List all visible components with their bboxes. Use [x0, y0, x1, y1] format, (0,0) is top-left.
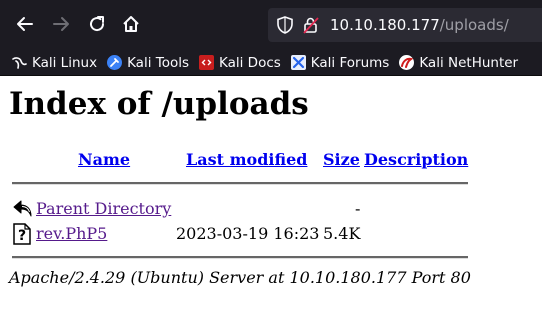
file-link[interactable]: rev.PhP5: [36, 224, 107, 243]
url-bar[interactable]: 10.10.180.177/uploads/: [268, 8, 542, 42]
bookmark-kali-tools[interactable]: Kali Tools: [107, 55, 189, 71]
bookmark-label: Kali Tools: [127, 54, 189, 71]
back-button[interactable]: [11, 10, 39, 38]
page-title: Index of /uploads: [9, 86, 309, 122]
kali-tools-icon: [107, 55, 123, 70]
kali-forums-icon: [290, 55, 306, 70]
svg-text:?: ?: [18, 228, 26, 244]
bookmarks-toolbar: Kali Linux Kali Tools Kali Docs Kali For…: [0, 50, 542, 76]
bookmark-kali-forums[interactable]: Kali Forums: [290, 54, 390, 71]
bookmark-label: Kali Forums: [310, 54, 390, 71]
header-divider: [12, 182, 468, 185]
column-header-size[interactable]: Size: [323, 150, 360, 169]
url-host: 10.10.180.177: [330, 16, 440, 34]
unknown-file-icon: ?: [12, 223, 32, 245]
home-button[interactable]: [117, 10, 145, 38]
column-header-description[interactable]: Description: [364, 150, 468, 169]
url-path: /uploads/: [439, 16, 509, 34]
bookmark-label: Kali NetHunter: [419, 54, 519, 71]
kali-nethunter-icon: [399, 55, 415, 70]
row-last-modified: 2023-03-19 16:23: [176, 224, 320, 243]
row-size: 5.4K: [323, 224, 361, 243]
bookmark-kali-linux[interactable]: Kali Linux: [12, 55, 97, 71]
column-header-last-modified[interactable]: Last modified: [186, 150, 307, 169]
back-arrow-icon: [12, 198, 32, 218]
column-header-name[interactable]: Name: [78, 150, 130, 169]
home-icon: [123, 16, 139, 32]
url-text[interactable]: 10.10.180.177/uploads/: [330, 16, 509, 34]
tracking-protection-shield-icon[interactable]: [274, 16, 296, 34]
footer-divider: [12, 256, 468, 259]
browser-toolbar: 10.10.180.177/uploads/: [0, 0, 542, 50]
bookmark-kali-nethunter[interactable]: Kali NetHunter: [399, 55, 518, 71]
kali-docs-icon: [199, 55, 214, 70]
forward-arrow-icon: [53, 17, 69, 31]
insecure-lock-icon[interactable]: [300, 16, 322, 34]
forward-button[interactable]: [47, 10, 75, 38]
reload-icon: [90, 16, 105, 32]
row-size: -: [355, 199, 361, 218]
back-arrow-nav-icon: [17, 17, 33, 31]
parent-directory-link[interactable]: Parent Directory: [36, 199, 171, 218]
server-signature: Apache/2.4.29 (Ubuntu) Server at 10.10.1…: [9, 268, 471, 287]
bookmark-label: Kali Docs: [219, 54, 281, 71]
kali-dragon-icon: [12, 55, 27, 70]
reload-button[interactable]: [83, 10, 111, 38]
bookmark-label: Kali Linux: [32, 54, 98, 71]
bookmark-kali-docs[interactable]: Kali Docs: [199, 55, 281, 71]
